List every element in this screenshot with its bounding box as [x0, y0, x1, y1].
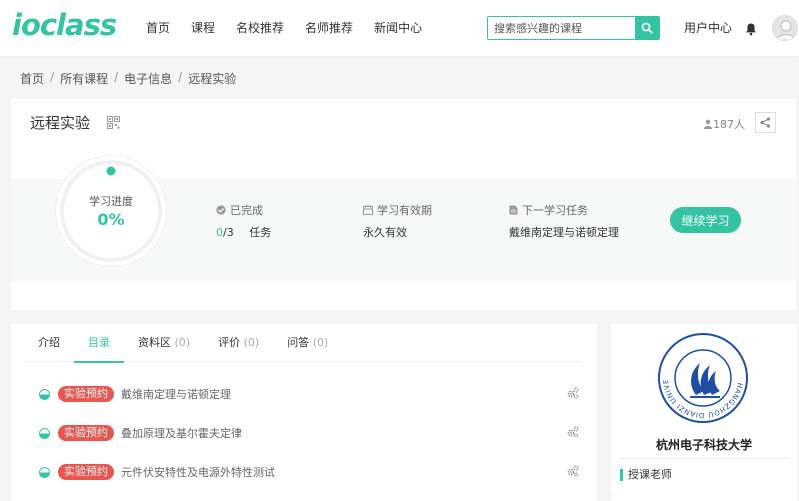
lesson-name[interactable]: 戴维南定理与诺顿定理: [121, 386, 231, 402]
bell-icon[interactable]: [744, 22, 758, 36]
tab-count: (0): [243, 336, 260, 349]
breadcrumb-all-courses[interactable]: 所有课程: [60, 70, 108, 87]
breadcrumb: 首页 / 所有课程 / 电子信息 / 远程实验: [20, 70, 236, 87]
university-seal-icon[interactable]: HANGZHOU DIANZI UNIVERSITY: [658, 333, 748, 423]
gears-icon: [567, 465, 579, 477]
lesson-item[interactable]: 实验预约 元件伏安特性及电源外特性测试: [39, 463, 579, 481]
breadcrumb-current: 远程实验: [188, 72, 237, 86]
qrcode-icon[interactable]: [107, 116, 120, 129]
tab-intro[interactable]: 介绍: [24, 324, 74, 362]
course-title: 远程实验: [30, 114, 91, 132]
lesson-tag: 实验预约: [58, 464, 114, 480]
half-progress-icon: [39, 466, 50, 478]
progress-label: 学习进度: [89, 195, 133, 208]
school-panel: HANGZHOU DIANZI UNIVERSITY 杭州电子科技大学 授课老师: [611, 324, 797, 501]
half-progress-icon: [39, 388, 50, 400]
check-circle-icon: [216, 205, 226, 215]
tab-label: 评价: [218, 336, 241, 349]
user-center-link[interactable]: 用户中心: [684, 19, 732, 36]
completed-total: /3: [223, 226, 234, 239]
breadcrumb-separator: /: [114, 70, 119, 84]
progress-ring-knob: [106, 166, 116, 176]
continue-learning-button[interactable]: 继续学习: [670, 207, 741, 233]
completed-unit: 任务: [249, 226, 272, 239]
lesson-name[interactable]: 元件伏安特性及电源外特性测试: [121, 464, 275, 480]
completed-label: 已完成: [230, 204, 263, 217]
divider: [619, 458, 789, 459]
lesson-item[interactable]: 实验预约 叠加原理及基尔霍夫定律: [39, 424, 579, 442]
course-detail-panel: 介绍 目录 资料区 (0) 评价 (0) 问答 (0) 实验预约 戴维南定理与诺…: [11, 324, 597, 501]
ioclass-logo[interactable]: ioclass: [12, 8, 117, 42]
nav-teachers[interactable]: 名师推荐: [305, 19, 353, 36]
teacher-section-label: 授课老师: [620, 469, 672, 481]
lesson-item[interactable]: 实验预约 戴维南定理与诺顿定理: [39, 385, 579, 403]
completed-header: 已完成: [216, 202, 263, 218]
search-icon: [641, 22, 653, 34]
tab-materials[interactable]: 资料区 (0): [124, 324, 204, 362]
share-button[interactable]: [755, 112, 776, 133]
user-avatar[interactable]: [772, 15, 798, 41]
validity-value: 永久有效: [363, 226, 407, 239]
share-icon: [760, 117, 771, 128]
tab-label: 问答: [287, 336, 310, 349]
calendar-icon: [363, 205, 373, 215]
tab-label: 目录: [88, 336, 110, 349]
top-header: ioclass 首页 课程 名校推荐 名师推荐 新闻中心 用户中心: [0, 0, 799, 56]
gears-icon: [567, 426, 579, 438]
next-task-label: 下一学习任务: [522, 204, 588, 217]
completed-done: 0: [216, 226, 223, 239]
tab-count: (0): [312, 336, 329, 349]
tab-qa[interactable]: 问答 (0): [273, 324, 342, 362]
lesson-tag: 实验预约: [58, 386, 114, 402]
tab-catalog[interactable]: 目录: [74, 324, 124, 363]
main-nav: 首页 课程 名校推荐 名师推荐 新闻中心: [146, 19, 443, 36]
course-card: 远程实验 187人 学习进度 0% 已完成 0/3 任务 学习有效期 永久有效 …: [11, 99, 796, 310]
lesson-tag: 实验预约: [58, 425, 114, 441]
breadcrumb-separator: /: [178, 70, 183, 84]
nav-home[interactable]: 首页: [146, 19, 170, 36]
gears-icon: [567, 387, 579, 399]
progress-ring: 学习进度 0%: [56, 156, 166, 266]
tab-label: 资料区: [138, 336, 171, 349]
school-name[interactable]: 杭州电子科技大学: [611, 436, 797, 453]
nav-schools[interactable]: 名校推荐: [236, 19, 284, 36]
validity-header: 学习有效期: [363, 202, 432, 218]
next-task-value[interactable]: 戴维南定理与诺顿定理: [509, 224, 619, 240]
breadcrumb-home[interactable]: 首页: [20, 70, 44, 87]
search-button[interactable]: [635, 17, 659, 39]
avatar-icon: [776, 20, 796, 40]
nav-news[interactable]: 新闻中心: [374, 19, 422, 36]
half-progress-icon: [39, 427, 50, 439]
nav-courses[interactable]: 课程: [191, 19, 215, 36]
student-count: 187人: [703, 116, 745, 132]
breadcrumb-category[interactable]: 电子信息: [124, 70, 172, 87]
completed-value: 0/3 任务: [216, 224, 271, 240]
tab-count: (0): [174, 336, 191, 349]
lesson-name[interactable]: 叠加原理及基尔霍夫定律: [121, 425, 242, 441]
progress-value: 0%: [97, 210, 125, 229]
search-box: [487, 16, 660, 40]
student-count-text: 187人: [713, 118, 745, 131]
validity-label: 学习有效期: [377, 204, 432, 217]
user-icon: [703, 119, 713, 129]
next-task-header: 下一学习任务: [509, 202, 588, 218]
tab-reviews[interactable]: 评价 (0): [204, 324, 273, 362]
breadcrumb-separator: /: [50, 70, 55, 84]
detail-tabs: 介绍 目录 资料区 (0) 评价 (0) 问答 (0): [24, 324, 582, 363]
tab-label: 介绍: [38, 336, 60, 349]
search-input[interactable]: [488, 17, 636, 39]
file-icon: [509, 205, 518, 215]
logo-text: ioclass: [12, 8, 117, 42]
